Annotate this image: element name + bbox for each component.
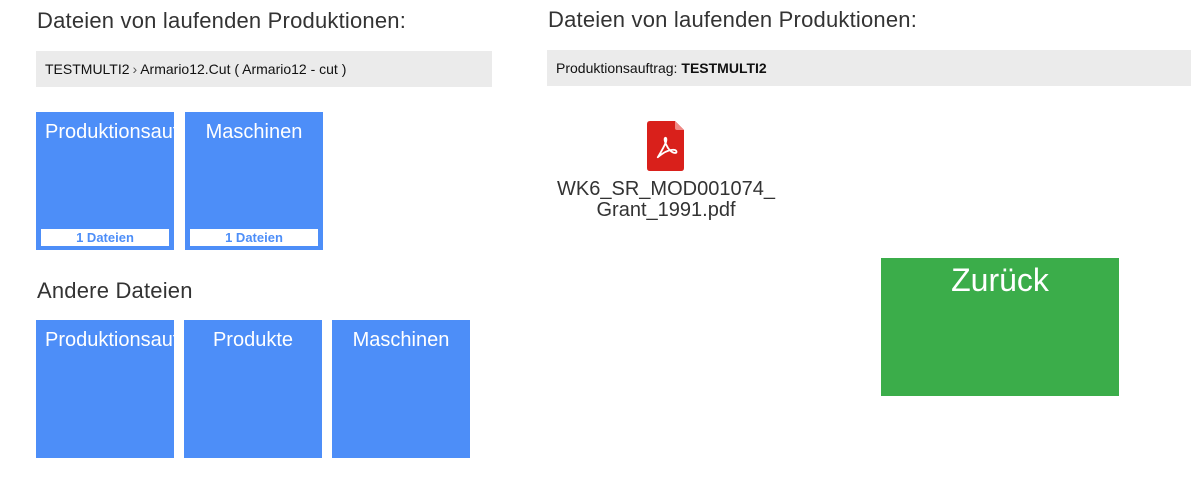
order-value: TESTMULTI2: [681, 60, 767, 76]
other-tile-maschinen[interactable]: Maschinen: [332, 320, 470, 458]
tile-produktionsauftrag[interactable]: Produktionsauftrag 1 Dateien: [36, 112, 174, 250]
other-files-heading: Andere Dateien: [37, 278, 193, 303]
breadcrumb-separator: ›: [132, 61, 138, 77]
other-tile-produkte[interactable]: Produkte: [184, 320, 322, 458]
pdf-icon: [647, 121, 685, 171]
breadcrumb: TESTMULTI2 › Armario12.Cut ( Armario12 -…: [36, 51, 492, 87]
tile-label: Produkte: [212, 329, 294, 351]
back-button[interactable]: Zurück: [881, 258, 1119, 396]
breadcrumb-item: Armario12.Cut ( Armario12 - cut ): [140, 61, 347, 77]
tile-label: Maschinen: [352, 329, 450, 351]
order-label: Produktionsauftrag:: [556, 60, 678, 76]
file-count-badge: 1 Dateien: [41, 229, 169, 246]
file-name-line1: WK6_SR_MOD001074_: [557, 178, 775, 200]
breadcrumb-order[interactable]: TESTMULTI2: [45, 61, 130, 77]
left-heading: Dateien von laufenden Produktionen:: [37, 8, 407, 33]
file-name-line2: Grant_1991.pdf: [596, 199, 736, 221]
tile-label: Produktionsauftrag: [45, 329, 174, 351]
tile-label: Produktionsauftrag: [45, 121, 174, 143]
order-bar: Produktionsauftrag: TESTMULTI2: [547, 50, 1191, 86]
file-item[interactable]: WK6_SR_MOD001074_ Grant_1991.pdf: [551, 121, 781, 221]
tile-label: Maschinen: [205, 121, 303, 143]
tile-maschinen[interactable]: Maschinen 1 Dateien: [185, 112, 323, 250]
file-count-badge: 1 Dateien: [190, 229, 318, 246]
right-heading: Dateien von laufenden Produktionen:: [548, 7, 918, 32]
other-tile-produktionsauftrag[interactable]: Produktionsauftrag: [36, 320, 174, 458]
